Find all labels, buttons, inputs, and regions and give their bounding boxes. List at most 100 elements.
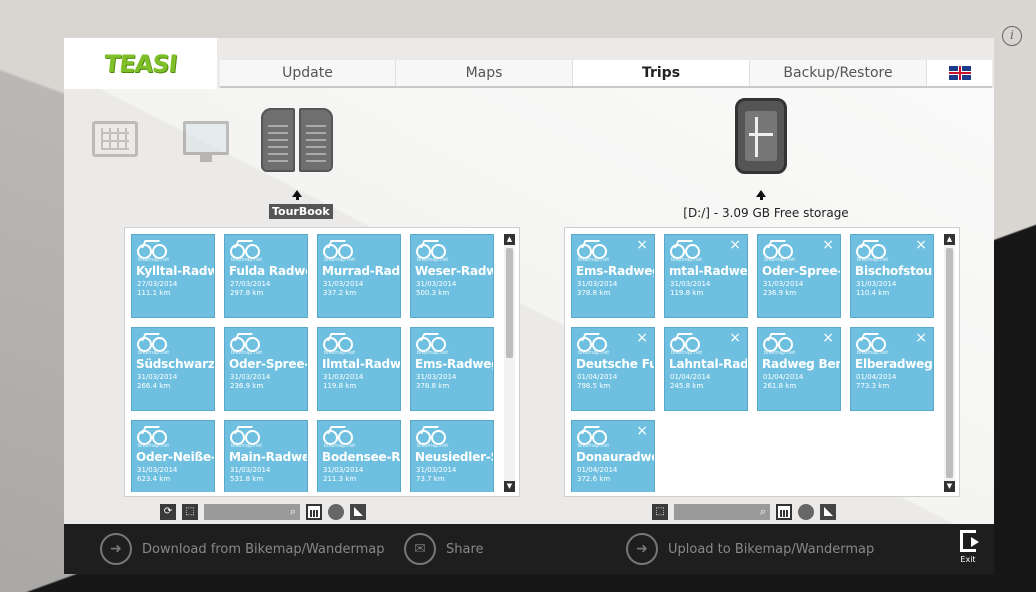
tourbook-icon[interactable] xyxy=(261,108,333,178)
trip-tile[interactable]: bikemap.netSüdschwarzwald 31/03/2014266.4… xyxy=(131,327,215,411)
remove-trip-icon[interactable]: × xyxy=(915,237,927,253)
sort-by-distance-icon[interactable] xyxy=(820,504,836,520)
trip-distance: 236.9 km xyxy=(763,289,797,297)
trip-tile[interactable]: bikemap.netMain-Radweg 31/03/2014531.8 km xyxy=(224,420,308,492)
trip-date: 31/03/2014 xyxy=(323,280,364,288)
upload-label: Upload to Bikemap/Wandermap xyxy=(668,541,875,557)
scrollbar[interactable]: ▲ ▼ xyxy=(944,234,955,492)
remove-trip-icon[interactable]: × xyxy=(636,237,648,253)
scroll-down-button[interactable]: ▼ xyxy=(504,481,515,492)
trip-name: Südschwarzwald xyxy=(136,357,215,371)
remove-trip-icon[interactable]: × xyxy=(636,330,648,346)
trip-tile[interactable]: bikemap.netWeser-Radweg 31/03/2014500.3 k… xyxy=(410,234,494,318)
share-label: Share xyxy=(446,541,484,557)
trip-distance: 111.1 km xyxy=(137,289,171,297)
trip-tile[interactable]: bikemap.net × Deutsche Fuhrt 01/04/2014798.… xyxy=(571,327,655,411)
trip-tile[interactable]: bikemap.netKylltal-Radweg 27/03/2014111.1… xyxy=(131,234,215,318)
tile-brand: bikemap.net xyxy=(578,350,610,356)
trip-tile[interactable]: bikemap.netMurrad-Radweg 31/03/2014337.2 … xyxy=(317,234,401,318)
sort-by-time-icon[interactable] xyxy=(798,504,814,520)
scroll-up-button[interactable]: ▲ xyxy=(944,234,955,245)
download-button[interactable]: ➜ Download from Bikemap/Wandermap xyxy=(100,524,384,574)
tab-trips[interactable]: Trips xyxy=(573,60,750,86)
uk-flag-icon xyxy=(948,66,971,80)
trip-date: 01/04/2014 xyxy=(577,373,618,381)
refresh-icon[interactable]: ⟳ xyxy=(160,504,176,520)
remove-trip-icon[interactable]: × xyxy=(636,423,648,439)
navigation-device-icon[interactable] xyxy=(735,98,787,174)
bicycle-icon xyxy=(856,332,886,352)
tile-brand: bikemap.net xyxy=(138,443,170,449)
bicycle-icon xyxy=(323,425,353,445)
scrollbar[interactable]: ▲ ▼ xyxy=(504,234,515,492)
trip-date: 27/03/2014 xyxy=(230,280,271,288)
trip-name: Fulda Radweg xyxy=(229,264,307,278)
tab-update[interactable]: Update xyxy=(220,60,396,86)
trip-tile[interactable]: bikemap.netIlmtal-Radweg 31/03/2014119.8 … xyxy=(317,327,401,411)
exit-button[interactable]: Exit xyxy=(948,530,988,570)
select-all-icon[interactable]: ⬚ xyxy=(652,504,668,520)
search-input[interactable]: ⌕ xyxy=(204,504,300,520)
trip-tile[interactable]: bikemap.netOder-Neiße-Radweg 31/03/201462… xyxy=(131,420,215,492)
bicycle-icon xyxy=(230,332,260,352)
scroll-up-button[interactable]: ▲ xyxy=(504,234,515,245)
tourbook-trips-grid: bikemap.netKylltal-Radweg27/03/2014111.1… xyxy=(131,234,503,492)
search-icon: ⌕ xyxy=(289,505,296,518)
trip-tile[interactable]: bikemap.netBodensee-Radweg 31/03/2014211.… xyxy=(317,420,401,492)
tab-bar: Update Maps Trips Backup/Restore xyxy=(220,60,992,88)
device-storage-label: [D:/] - 3.09 GB Free storage xyxy=(683,206,849,220)
trip-tile[interactable]: bikemap.net × Donauradweg 01/04/2014372.6 k… xyxy=(571,420,655,492)
trip-tile[interactable]: bikemap.net × Elberadweg 01/04/2014 773.3 km xyxy=(850,327,934,411)
remove-trip-icon[interactable]: × xyxy=(915,330,927,346)
action-bar: ➜ Download from Bikemap/Wandermap ✉ Shar… xyxy=(64,524,994,574)
sort-by-distance-icon[interactable] xyxy=(350,504,366,520)
tab-maps[interactable]: Maps xyxy=(396,60,573,86)
tile-brand: bikemap.net xyxy=(857,350,889,356)
trip-date: 31/03/2014 xyxy=(416,280,457,288)
tile-brand: bikemap.net xyxy=(138,257,170,263)
tile-brand: bikemap.net xyxy=(231,257,263,263)
trip-tile[interactable]: bikemap.netOder-Spree-Tour 31/03/2014236.… xyxy=(224,327,308,411)
upload-button[interactable]: ➜ Upload to Bikemap/Wandermap xyxy=(626,524,874,574)
bicycle-icon xyxy=(137,425,167,445)
map-screen-icon[interactable] xyxy=(92,121,138,157)
trip-tile[interactable]: bikemap.net Ems-Radweg 31/03/2014 378.8 km xyxy=(410,327,494,411)
scroll-down-button[interactable]: ▼ xyxy=(944,481,955,492)
trip-tile[interactable]: bikemap.net × Lahntal-Radweg 01/04/2014245.… xyxy=(664,327,748,411)
bicycle-icon xyxy=(670,332,700,352)
trip-tile[interactable]: bikemap.net × mtal-Radweg 31/03/2014 119.8 k… xyxy=(664,234,748,318)
sort-by-date-icon[interactable] xyxy=(306,504,322,520)
scroll-thumb[interactable] xyxy=(506,248,513,358)
bicycle-icon xyxy=(577,239,607,259)
info-icon[interactable]: i xyxy=(1002,26,1022,46)
trip-distance: 245.8 km xyxy=(670,382,704,390)
tourbook-label: TourBook xyxy=(269,204,333,219)
sort-by-time-icon[interactable] xyxy=(328,504,344,520)
language-selector[interactable] xyxy=(927,60,992,86)
sort-by-date-icon[interactable] xyxy=(776,504,792,520)
trip-distance: 211.3 km xyxy=(323,475,357,483)
share-button[interactable]: ✉ Share xyxy=(404,524,484,574)
trip-tile[interactable]: bikemap.netNeusiedler-See 31/03/201473.7 … xyxy=(410,420,494,492)
trip-tile[interactable]: bikemap.netFulda Radweg 27/03/2014297.8 k… xyxy=(224,234,308,318)
remove-trip-icon[interactable]: × xyxy=(822,330,834,346)
scroll-thumb[interactable] xyxy=(946,248,953,478)
trip-distance: 798.5 km xyxy=(577,382,611,390)
arrow-right-icon: ➜ xyxy=(100,533,132,565)
trip-date: 31/03/2014 xyxy=(323,466,364,474)
select-all-icon[interactable]: ⬚ xyxy=(182,504,198,520)
bicycle-icon xyxy=(323,332,353,352)
trip-tile[interactable]: bikemap.net × Ems-Radweg 31/03/2014 378.8 km xyxy=(571,234,655,318)
computer-monitor-icon[interactable] xyxy=(183,121,229,162)
trip-tile[interactable]: bikemap.net × Bischofstour 31/03/2014 110.4 … xyxy=(850,234,934,318)
trip-name: Bodensee-Radweg xyxy=(322,450,401,464)
remove-trip-icon[interactable]: × xyxy=(729,237,741,253)
bicycle-icon xyxy=(416,239,446,259)
trip-name: Main-Radweg xyxy=(229,450,307,464)
remove-trip-icon[interactable]: × xyxy=(822,237,834,253)
trip-tile[interactable]: bikemap.net × Radweg Berlin 01/04/2014261.8… xyxy=(757,327,841,411)
trip-tile[interactable]: bikemap.net × Oder-Spree-Tour 31/03/2014236… xyxy=(757,234,841,318)
remove-trip-icon[interactable]: × xyxy=(729,330,741,346)
tab-backup-restore[interactable]: Backup/Restore xyxy=(750,60,927,86)
search-input[interactable]: ⌕ xyxy=(674,504,770,520)
